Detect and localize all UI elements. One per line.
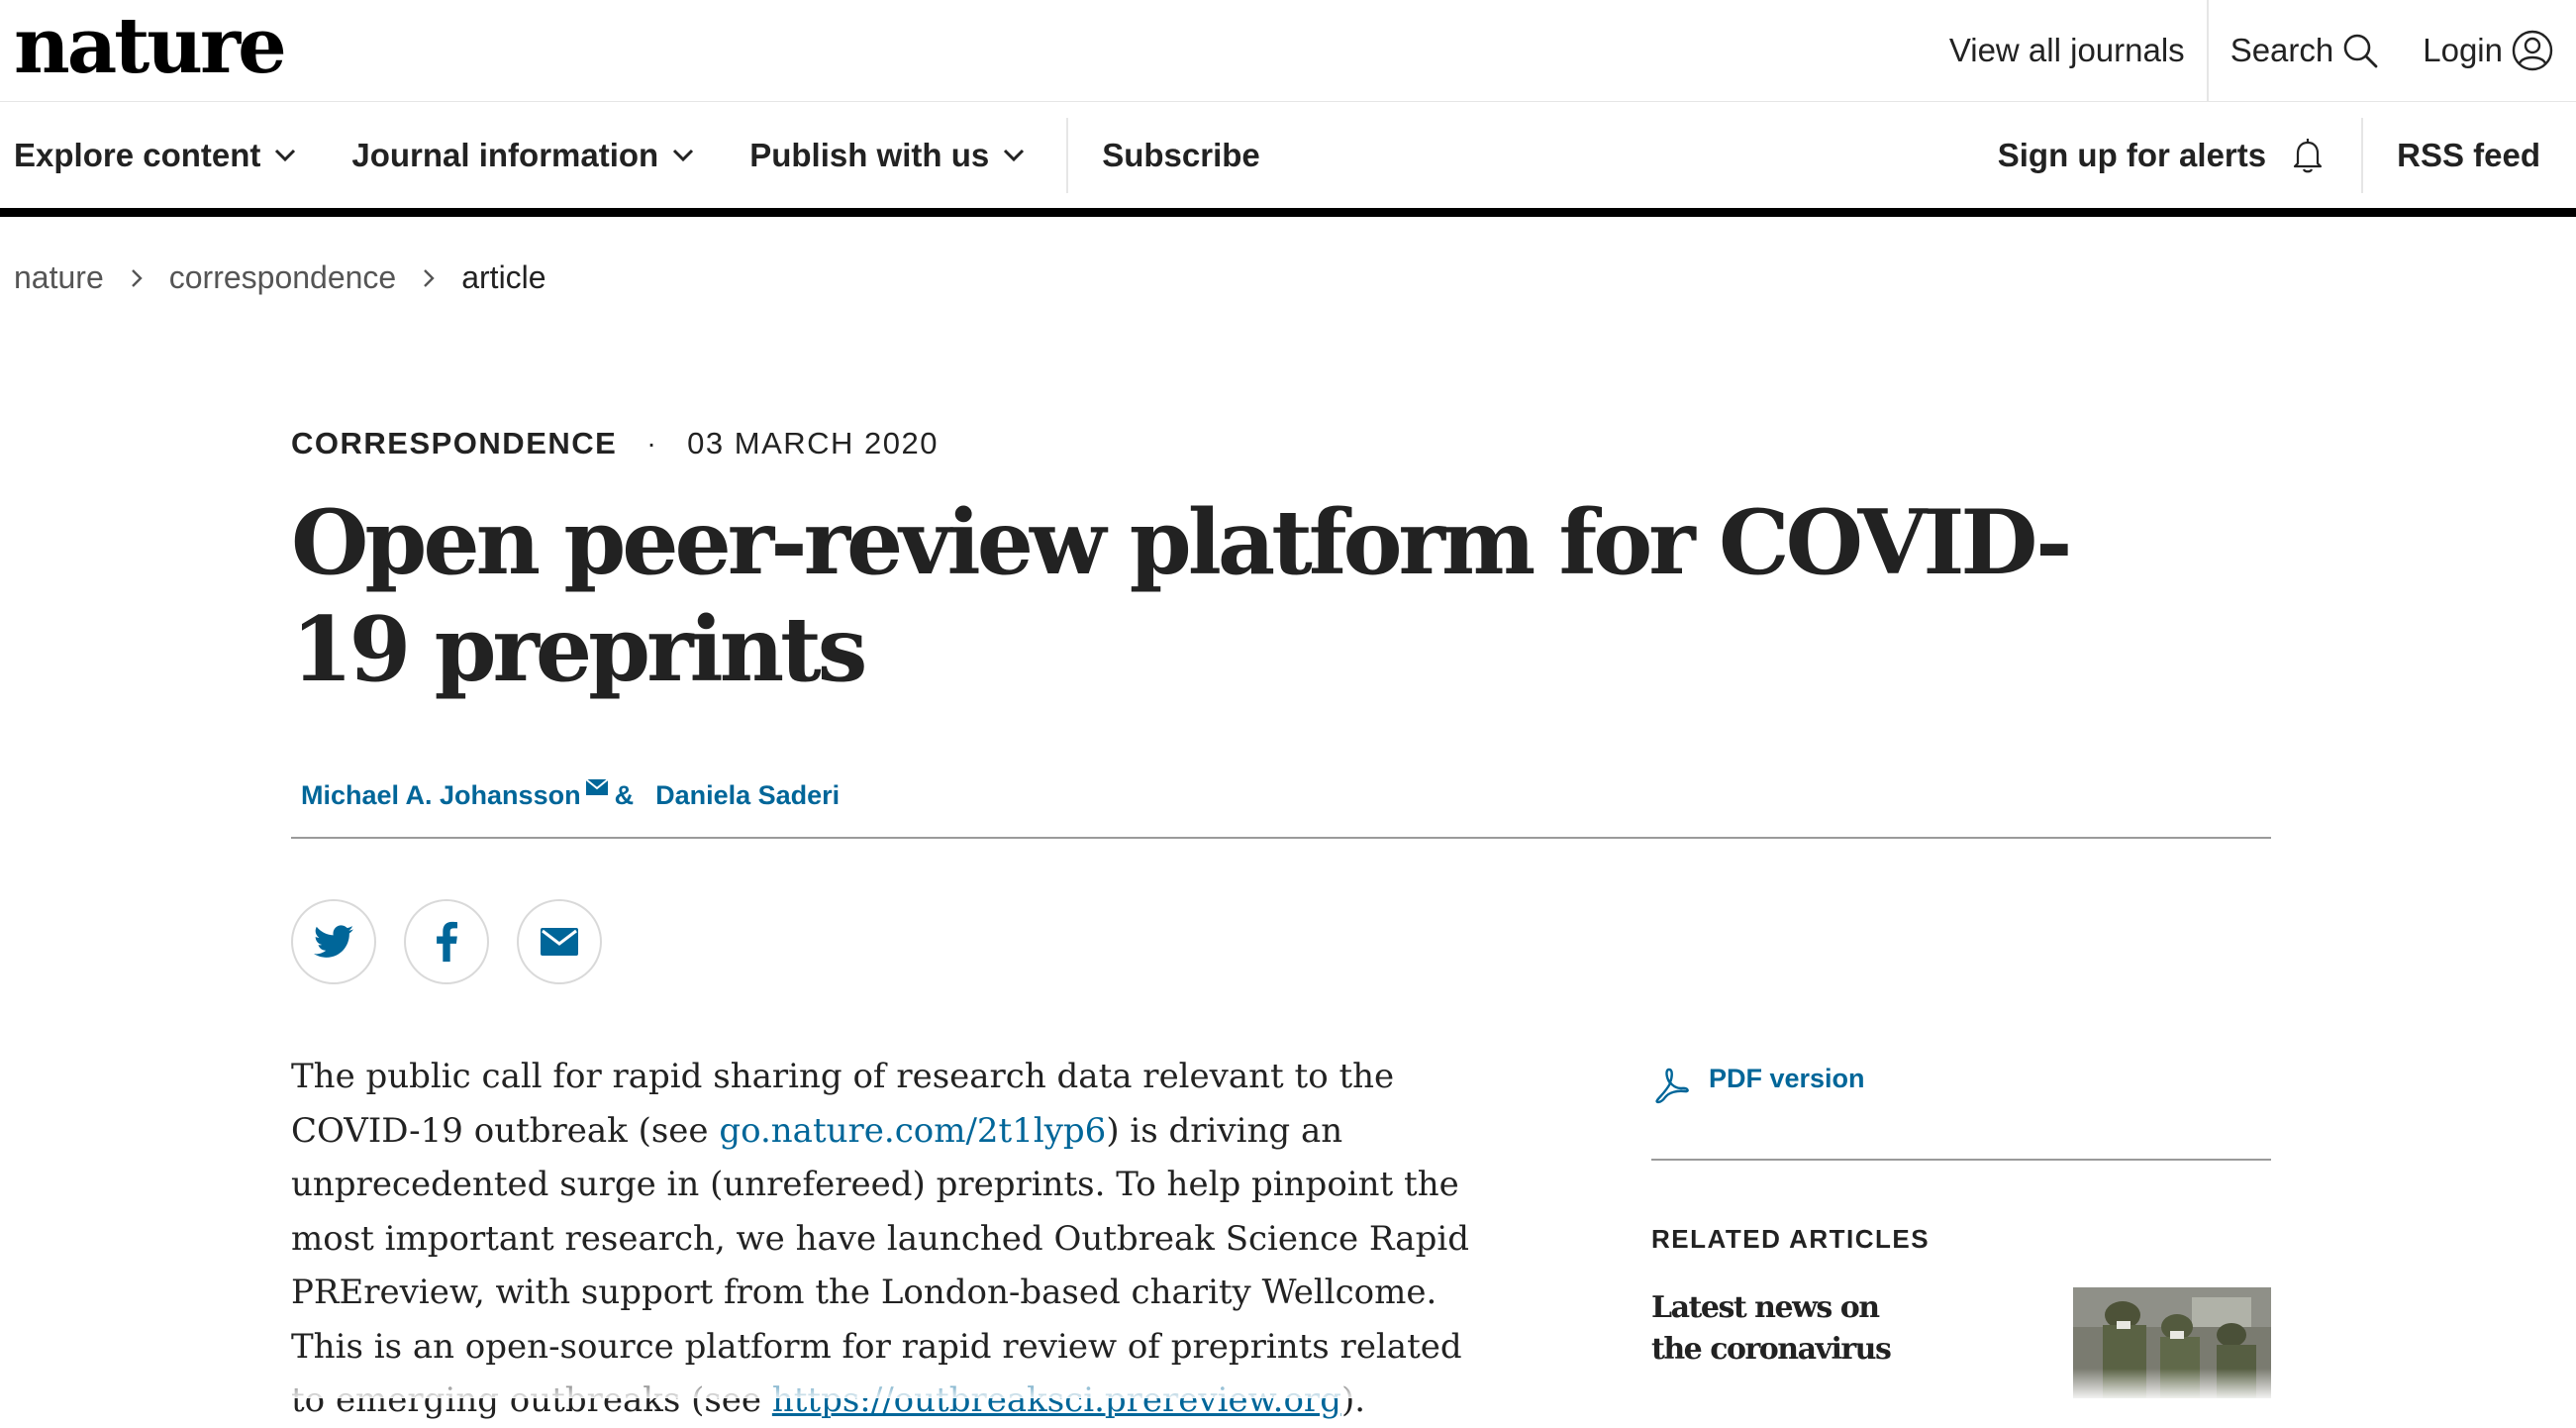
email-icon (541, 928, 578, 956)
pdf-version-link[interactable]: PDF version (1651, 1052, 1865, 1105)
body-link-prereview[interactable]: https://outbreaksci.prereview.org (772, 1380, 1341, 1420)
author-separator: & (614, 780, 635, 810)
breadcrumb: nature correspondence article (14, 259, 546, 296)
email-icon[interactable] (584, 777, 609, 796)
pdf-icon (1655, 1068, 1689, 1104)
article-date: 03 MARCH 2020 (687, 426, 939, 460)
related-articles-heading: RELATED ARTICLES (1651, 1224, 1931, 1254)
nature-logo[interactable]: nature (14, 2, 287, 91)
nav-publish-with-us[interactable]: Publish with us (749, 137, 1025, 174)
share-twitter-button[interactable] (291, 899, 376, 984)
body-link-nature[interactable]: go.nature.com/2t1lyp6 (719, 1111, 1106, 1151)
chevron-down-icon (673, 149, 694, 161)
header-utilities: View all journals Search Login (1928, 0, 2554, 101)
body-text-part3: ). (1340, 1380, 1366, 1420)
breadcrumb-correspondence[interactable]: correspondence (169, 259, 396, 296)
author-list: Michael A. Johansson & Daniela Saderi (301, 777, 840, 811)
nav-explore-content-label: Explore content (14, 136, 261, 173)
nav-divider (1066, 117, 1069, 193)
sidebar-divider (1651, 1159, 2271, 1161)
view-all-journals-label: View all journals (1948, 32, 2185, 68)
search-button[interactable]: Search (2209, 0, 2402, 101)
body-text-part2: ) is driving an unprecedented surge in (… (291, 1110, 1469, 1421)
nav-journal-information[interactable]: Journal information (351, 137, 694, 174)
rss-feed-link[interactable]: RSS feed (2397, 137, 2540, 174)
twitter-icon (314, 925, 353, 958)
chevron-right-icon (422, 267, 436, 289)
related-article-image (2073, 1287, 2271, 1398)
nav-right: Sign up for alerts RSS feed (1998, 102, 2540, 208)
chevron-down-icon (1004, 149, 1025, 161)
article-body: The public call for rapid sharing of res… (291, 1050, 1499, 1428)
nav-explore-content[interactable]: Explore content (14, 137, 296, 174)
nav-divider (2361, 117, 2364, 193)
header-divider-rule (291, 837, 2271, 839)
site-header: nature View all journals Search Login (0, 0, 2576, 102)
sign-up-alerts-label: Sign up for alerts (1997, 136, 2267, 173)
chevron-right-icon (130, 267, 144, 289)
article-title: Open peer-review platform for COVID-19 p… (291, 490, 2072, 702)
bell-icon (2294, 138, 2323, 172)
facebook-icon (437, 921, 457, 963)
article-meta: CORRESPONDENCE · 03 MARCH 2020 (291, 426, 939, 461)
login-label: Login (2423, 32, 2503, 68)
nav-subscribe[interactable]: Subscribe (1102, 137, 1260, 174)
article-type: CORRESPONDENCE (291, 426, 618, 460)
search-label: Search (2229, 32, 2334, 68)
author-johansson[interactable]: Michael A. Johansson (301, 780, 581, 811)
search-icon (2343, 34, 2378, 68)
nav-journal-information-label: Journal information (351, 136, 659, 173)
login-button[interactable]: Login (2401, 0, 2554, 101)
related-article-title[interactable]: Latest news on the coronavirus (1651, 1287, 1929, 1371)
pdf-version-label: PDF version (1709, 1063, 1865, 1093)
nav-left: Explore content Journal information Publ… (14, 102, 1316, 208)
related-article-thumbnail[interactable] (2073, 1287, 2271, 1398)
user-icon (2512, 30, 2553, 71)
chevron-down-icon (275, 149, 296, 161)
author-saderi[interactable]: Daniela Saderi (655, 780, 840, 811)
breadcrumb-nature[interactable]: nature (14, 259, 104, 296)
share-buttons (291, 899, 630, 984)
nav-publish-with-us-label: Publish with us (749, 136, 990, 173)
share-facebook-button[interactable] (404, 899, 489, 984)
rss-feed-label: RSS feed (2397, 136, 2540, 173)
sign-up-alerts-link[interactable]: Sign up for alerts (1998, 136, 2328, 175)
share-email-button[interactable] (517, 899, 602, 984)
meta-separator: · (646, 428, 658, 459)
nav-subscribe-label: Subscribe (1102, 136, 1260, 173)
view-all-journals-link[interactable]: View all journals (1928, 0, 2207, 101)
main-nav: Explore content Journal information Publ… (0, 102, 2576, 217)
breadcrumb-article: article (461, 259, 546, 295)
